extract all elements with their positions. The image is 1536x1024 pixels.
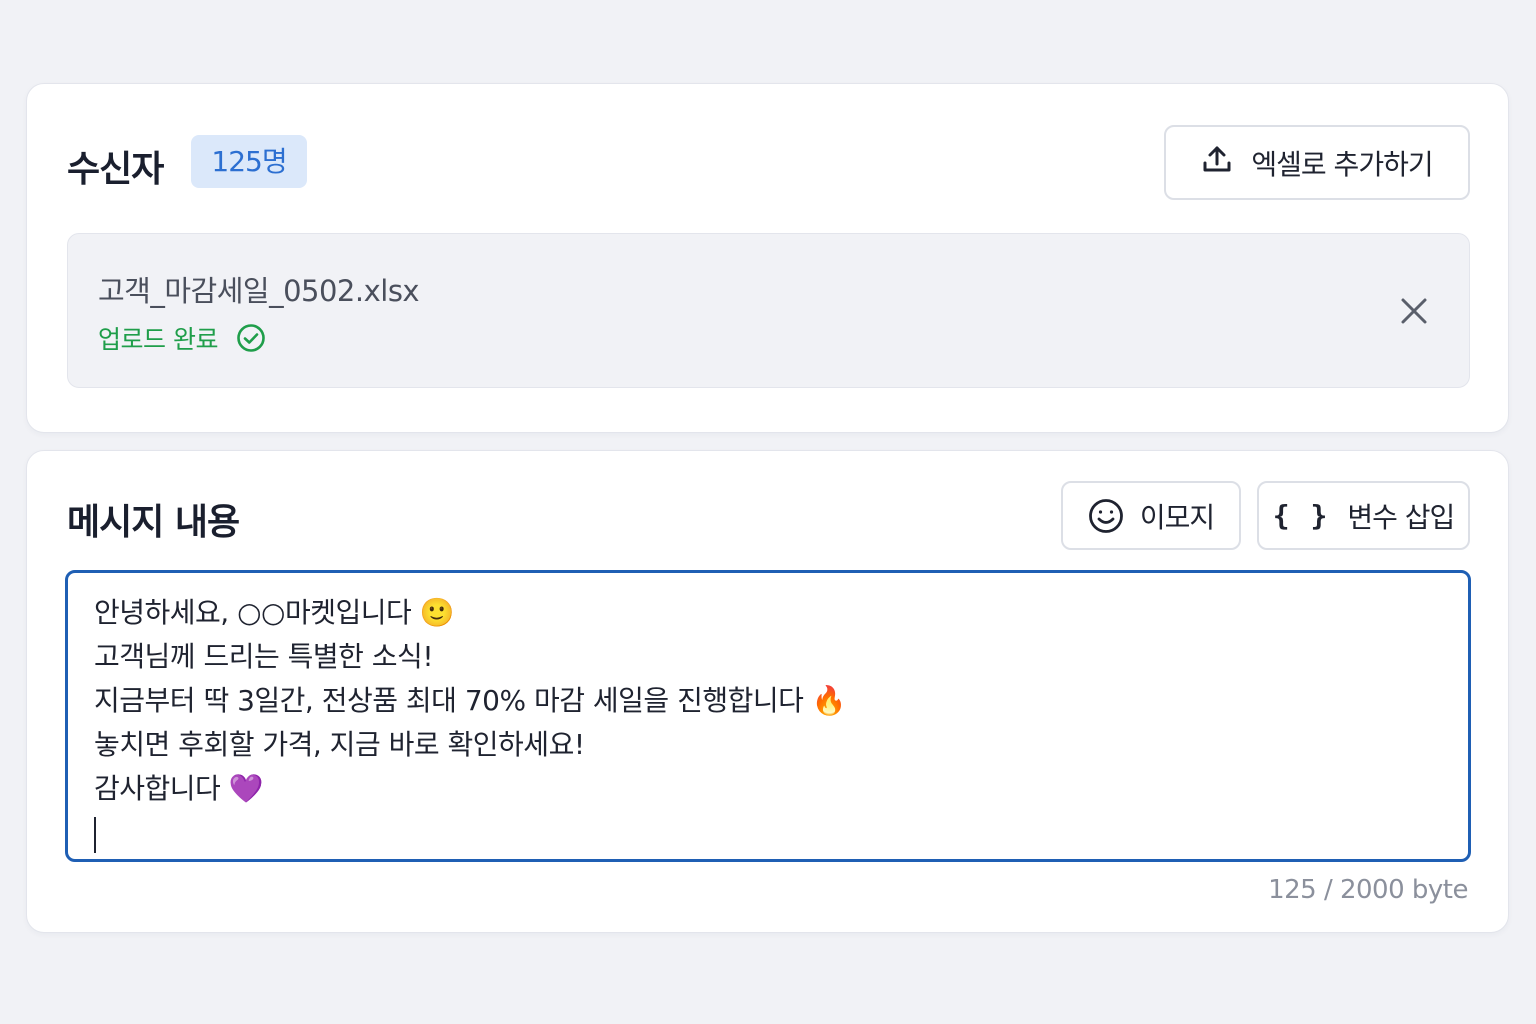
message-line: 고객님께 드리는 특별한 소식! (94, 640, 434, 673)
byte-counter: 125 / 2000 byte (1268, 875, 1468, 905)
recipients-title: 수신자 (67, 149, 164, 190)
smiley-icon (1088, 498, 1124, 534)
message-line: 감사합니다 💜 (94, 772, 264, 805)
check-circle-icon (236, 323, 266, 353)
close-icon (1400, 297, 1428, 325)
insert-variable-button[interactable]: { } 변수 삽입 (1257, 481, 1470, 550)
recipient-count-badge: 125명 (191, 135, 307, 188)
message-line: 놓치면 후회할 가격, 지금 바로 확인하세요! (94, 728, 585, 761)
upload-status-label: 업로드 완료 (98, 325, 218, 354)
uploaded-file-name: 고객_마감세일_0502.xlsx (98, 274, 420, 308)
braces-icon: { } (1272, 499, 1330, 532)
caret-line (94, 811, 1442, 855)
emoji-button-label: 이모지 (1139, 500, 1215, 534)
text-caret (94, 817, 96, 853)
insert-variable-label: 변수 삽입 (1347, 500, 1455, 534)
recipients-card: 수신자 125명 엑셀로 추가하기 고객_마감세일_0502.xlsx 업로드 … (26, 83, 1509, 433)
message-card: 메시지 내용 이모지 { } 변수 삽입 안녕하세요, ○○마켓입니다 🙂 고객… (26, 450, 1509, 933)
message-textarea[interactable]: 안녕하세요, ○○마켓입니다 🙂 고객님께 드리는 특별한 소식! 지금부터 딱… (65, 570, 1471, 862)
message-title: 메시지 내용 (67, 502, 240, 543)
uploaded-file-panel: 고객_마감세일_0502.xlsx 업로드 완료 (67, 233, 1470, 388)
message-line: 안녕하세요, ○○마켓입니다 🙂 (94, 596, 455, 629)
add-from-excel-label: 엑셀로 추가하기 (1251, 147, 1433, 181)
add-from-excel-button[interactable]: 엑셀로 추가하기 (1164, 125, 1470, 200)
upload-status: 업로드 완료 (98, 320, 266, 356)
message-line: 지금부터 딱 3일간, 전상품 최대 70% 마감 세일을 진행합니다 🔥 (94, 684, 847, 717)
upload-icon (1201, 143, 1233, 182)
emoji-button[interactable]: 이모지 (1061, 481, 1241, 550)
remove-file-button[interactable] (1398, 295, 1430, 327)
